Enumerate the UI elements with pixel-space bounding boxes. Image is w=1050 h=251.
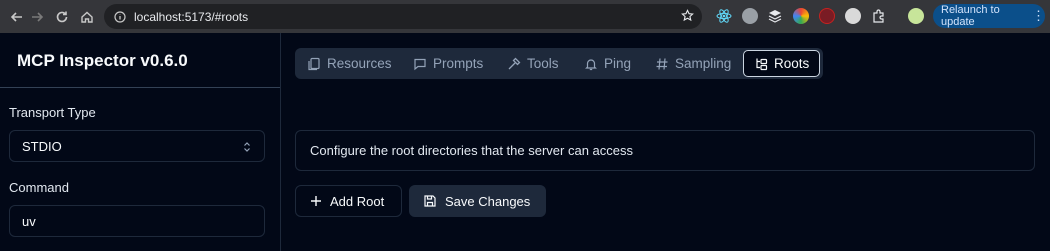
tab-prompts[interactable]: Prompts <box>413 50 483 77</box>
plus-icon <box>310 195 322 207</box>
tab-label: Sampling <box>675 56 732 71</box>
command-value: uv <box>22 213 36 229</box>
folder-tree-icon <box>754 57 768 71</box>
add-root-button[interactable]: Add Root <box>295 185 402 217</box>
reload-icon[interactable] <box>49 4 75 30</box>
tab-list: Resources Prompts Tools Ping Sampling Ro… <box>295 48 823 79</box>
tab-resources[interactable]: Resources <box>307 50 392 77</box>
tab-label: Resources <box>327 56 392 71</box>
message-square-icon <box>413 57 427 71</box>
forward-icon[interactable] <box>24 4 50 30</box>
roots-description-card: Configure the root directories that the … <box>295 130 1035 171</box>
chevrons-up-down-icon <box>242 141 252 156</box>
extensions-puzzle-icon[interactable] <box>871 8 887 24</box>
tab-tools[interactable]: Tools <box>507 50 559 77</box>
relaunch-label: Relaunch to update <box>941 4 1000 28</box>
red-extension-icon[interactable] <box>819 8 835 24</box>
command-label: Command <box>9 180 69 195</box>
save-icon <box>423 194 437 208</box>
transport-type-select[interactable]: STDIO <box>9 130 265 162</box>
profile-avatar-icon[interactable] <box>908 8 924 24</box>
home-icon[interactable] <box>74 4 100 30</box>
hash-icon <box>655 57 669 71</box>
command-input[interactable]: uv <box>9 205 265 237</box>
hammer-icon <box>507 57 521 71</box>
tab-label: Ping <box>604 56 632 71</box>
color-extension-icon[interactable] <box>793 8 809 24</box>
react-devtools-icon[interactable] <box>716 8 732 24</box>
layers-extension-icon[interactable] <box>767 8 783 24</box>
add-root-label: Add Root <box>330 193 385 209</box>
tab-roots[interactable]: Roots <box>743 50 821 77</box>
tab-sampling[interactable]: Sampling <box>655 50 731 77</box>
roots-description: Configure the root directories that the … <box>310 143 633 158</box>
site-info-icon[interactable] <box>114 10 126 23</box>
sidebar-divider <box>0 87 280 88</box>
relaunch-button[interactable]: Relaunch to update ⋮ <box>933 4 1045 28</box>
bookmark-star-icon[interactable] <box>681 9 694 27</box>
transport-type-label: Transport Type <box>9 105 96 120</box>
address-bar[interactable]: localhost:5173/#roots <box>104 4 702 29</box>
circle-extension-icon[interactable] <box>845 8 861 24</box>
tab-label: Prompts <box>433 56 484 71</box>
url-text: localhost:5173/#roots <box>134 9 249 24</box>
save-changes-label: Save Changes <box>445 193 531 209</box>
save-changes-button[interactable]: Save Changes <box>409 185 546 217</box>
app-title: MCP Inspector v0.6.0 <box>17 51 188 70</box>
files-icon <box>307 57 321 71</box>
tab-label: Tools <box>527 56 559 71</box>
browser-toolbar: localhost:5173/#roots Relaunch to update… <box>0 0 1050 33</box>
grammarly-icon[interactable] <box>742 8 758 24</box>
transport-type-value: STDIO <box>22 138 62 154</box>
bell-icon <box>584 57 598 71</box>
more-menu-icon[interactable]: ⋮ <box>1032 8 1045 24</box>
sidebar: MCP Inspector v0.6.0 Transport Type STDI… <box>0 33 281 251</box>
tab-ping[interactable]: Ping <box>584 50 631 77</box>
tab-label: Roots <box>774 56 810 71</box>
